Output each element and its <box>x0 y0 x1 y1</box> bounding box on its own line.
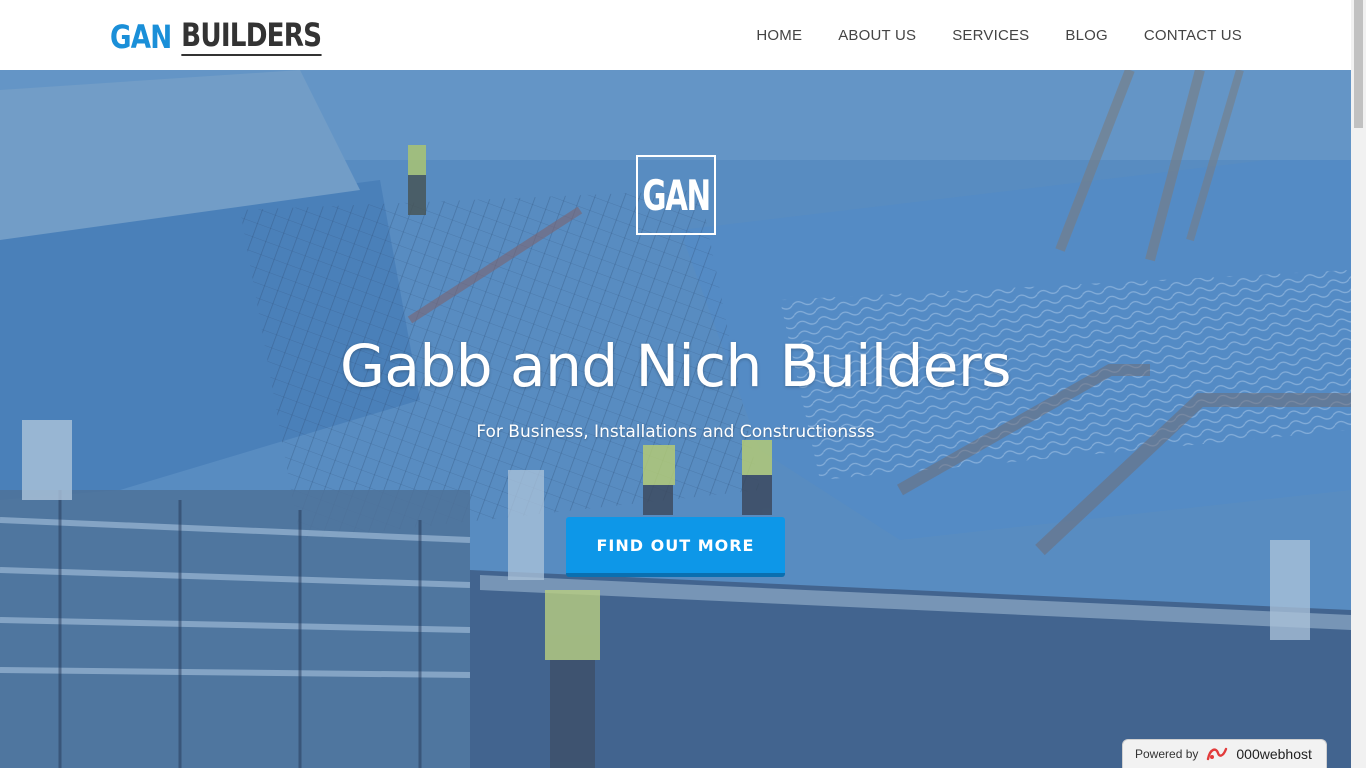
nav-home[interactable]: HOME <box>756 27 802 44</box>
logo-gan: GAN <box>110 18 172 56</box>
logo-builders: BUILDERS <box>181 16 322 56</box>
000webhost-logo-icon <box>1207 747 1228 761</box>
nav-contact-us[interactable]: CONTACT US <box>1144 27 1242 44</box>
page-scrollbar[interactable] <box>1351 0 1366 768</box>
main-nav: HOME ABOUT US SERVICES BLOG CONTACT US <box>756 0 1242 70</box>
find-out-more-button[interactable]: FIND OUT MORE <box>566 517 785 577</box>
powered-by-label: Powered by <box>1135 747 1199 761</box>
hero-subtitle: For Business, Installations and Construc… <box>476 422 875 442</box>
hero-section: GAN Gabb and Nich Builders For Business,… <box>0 70 1351 768</box>
site-header: GAN BUILDERS HOME ABOUT US SERVICES BLOG… <box>0 0 1351 70</box>
powered-by-badge[interactable]: Powered by 000webhost <box>1122 739 1327 768</box>
nav-services[interactable]: SERVICES <box>952 27 1029 44</box>
nav-about-us[interactable]: ABOUT US <box>838 27 916 44</box>
powered-by-brand: 000webhost <box>1236 746 1312 762</box>
hero-title: Gabb and Nich Builders <box>339 332 1012 400</box>
hero-logo-badge: GAN <box>636 155 716 235</box>
scrollbar-thumb[interactable] <box>1354 0 1363 128</box>
site-logo[interactable]: GAN BUILDERS <box>110 14 322 56</box>
nav-blog[interactable]: BLOG <box>1065 27 1107 44</box>
